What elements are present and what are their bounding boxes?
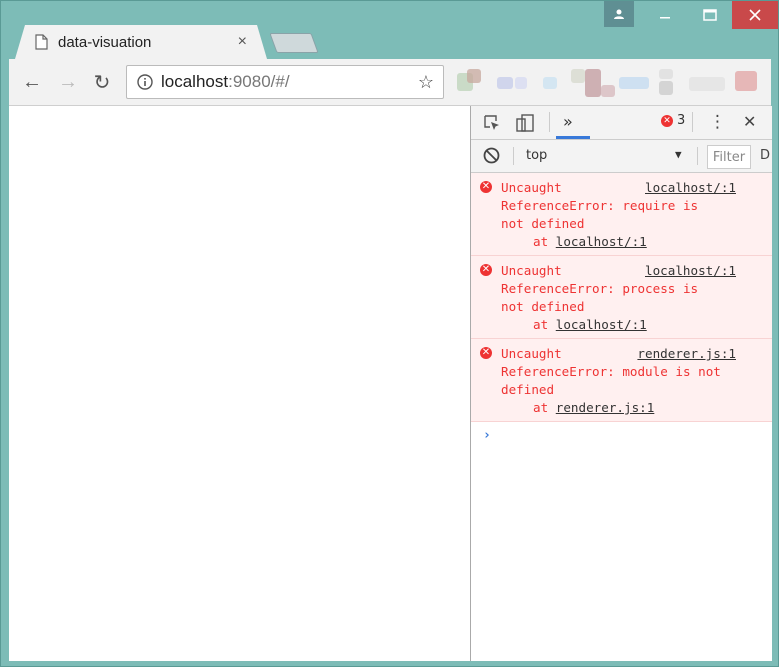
active-panel-indicator bbox=[556, 136, 590, 139]
error-circle-icon: ✕ bbox=[480, 181, 492, 193]
error-circle-icon: ✕ bbox=[480, 264, 492, 276]
error-counter[interactable]: ✕ 3 bbox=[661, 113, 685, 128]
url-host: localhost bbox=[161, 72, 229, 91]
stack-frame: at localhost/:1 bbox=[501, 233, 768, 251]
browser-toolbar: ← → ↻ localhost:9080/#/ ☆ bbox=[9, 59, 771, 106]
back-arrow-icon: ← bbox=[22, 70, 42, 93]
error-count: 3 bbox=[677, 113, 686, 128]
blurred-extension-icon bbox=[659, 69, 673, 79]
blurred-extension-icon bbox=[571, 69, 585, 83]
console-error-message: ✕ localhost/:1 Uncaught ReferenceError: … bbox=[471, 173, 772, 256]
kebab-menu-icon[interactable]: ⋮ bbox=[709, 112, 726, 132]
devtools-panel: » ✕ 3 ⋮ ✕ top ▼ Filter D ✕ localhost/:1 … bbox=[470, 106, 772, 661]
toolbar-divider bbox=[692, 112, 693, 132]
more-panels-icon[interactable]: » bbox=[563, 112, 573, 131]
tab-close-icon[interactable]: × bbox=[238, 33, 247, 51]
device-toolbar-icon[interactable] bbox=[514, 112, 536, 134]
stack-prefix: at bbox=[533, 400, 556, 415]
stack-prefix: at bbox=[533, 317, 556, 332]
browser-tab[interactable]: data-visuation × bbox=[15, 25, 267, 59]
browser-window: data-visuation × ← → ↻ localhost:9080/#/… bbox=[0, 0, 779, 667]
stack-frame-link[interactable]: localhost/:1 bbox=[556, 317, 647, 332]
stack-frame-link[interactable]: renderer.js:1 bbox=[556, 400, 655, 415]
close-devtools-icon[interactable]: ✕ bbox=[743, 112, 756, 131]
info-icon[interactable] bbox=[135, 72, 155, 92]
maximize-icon bbox=[702, 9, 717, 21]
user-icon bbox=[614, 9, 624, 19]
filter-input[interactable]: Filter bbox=[707, 145, 751, 169]
page-icon bbox=[35, 34, 48, 50]
blurred-extension-icon bbox=[515, 77, 527, 89]
minimize-button[interactable] bbox=[642, 1, 687, 29]
devtools-toolbar: » ✕ 3 ⋮ ✕ bbox=[471, 106, 772, 140]
blurred-extension-icon bbox=[659, 81, 673, 95]
console-toolbar: top ▼ Filter D bbox=[471, 140, 772, 173]
window-controls bbox=[604, 1, 778, 29]
console-error-message: ✕ localhost/:1 Uncaught ReferenceError: … bbox=[471, 256, 772, 339]
blurred-extensions-area bbox=[453, 67, 771, 97]
blurred-extension-icon bbox=[497, 77, 513, 89]
inspect-element-icon[interactable] bbox=[481, 112, 503, 134]
reload-button[interactable]: ↻ bbox=[89, 69, 115, 95]
close-window-button[interactable] bbox=[732, 1, 778, 29]
blurred-extension-icon bbox=[601, 85, 615, 97]
message-source-link[interactable]: renderer.js:1 bbox=[637, 345, 736, 363]
context-selector[interactable]: top bbox=[526, 148, 547, 163]
blurred-extension-icon bbox=[585, 69, 601, 97]
console-error-message: ✕ renderer.js:1 Uncaught ReferenceError:… bbox=[471, 339, 772, 422]
stack-frame-link[interactable]: localhost/:1 bbox=[556, 234, 647, 249]
blurred-extension-icon bbox=[543, 77, 557, 89]
forward-button[interactable]: → bbox=[55, 69, 81, 95]
blurred-extension-icon bbox=[619, 77, 649, 89]
message-source-link[interactable]: localhost/:1 bbox=[645, 262, 736, 280]
blurred-extension-icon bbox=[735, 71, 757, 91]
reload-icon: ↻ bbox=[93, 71, 111, 94]
error-circle-icon: ✕ bbox=[661, 114, 673, 127]
toolbar-divider bbox=[697, 147, 698, 165]
stack-frame: at renderer.js:1 bbox=[501, 399, 768, 417]
page-viewport bbox=[9, 106, 470, 661]
url-path: :9080/#/ bbox=[228, 72, 290, 91]
console-messages: ✕ localhost/:1 Uncaught ReferenceError: … bbox=[471, 173, 772, 422]
prompt-chevron-icon: › bbox=[483, 428, 491, 443]
profile-button[interactable] bbox=[604, 1, 634, 27]
minimize-icon bbox=[659, 17, 670, 19]
url-text[interactable]: localhost:9080/#/ bbox=[161, 72, 415, 92]
back-button[interactable]: ← bbox=[19, 69, 45, 95]
toolbar-divider bbox=[513, 147, 514, 165]
message-source-link[interactable]: localhost/:1 bbox=[645, 179, 736, 197]
blurred-extension-icon bbox=[467, 69, 481, 83]
bookmark-star-icon[interactable]: ☆ bbox=[415, 72, 437, 93]
chevron-down-icon[interactable]: ▼ bbox=[675, 148, 682, 161]
close-icon bbox=[749, 9, 761, 21]
console-prompt[interactable]: › bbox=[471, 422, 772, 443]
blurred-extension-icon bbox=[689, 77, 725, 91]
maximize-button[interactable] bbox=[687, 1, 732, 29]
clear-console-icon[interactable] bbox=[483, 147, 500, 168]
default-levels-label[interactable]: D bbox=[760, 148, 770, 163]
error-circle-icon: ✕ bbox=[480, 347, 492, 359]
forward-arrow-icon: → bbox=[58, 70, 78, 93]
stack-prefix: at bbox=[533, 234, 556, 249]
tab-title: data-visuation bbox=[58, 33, 152, 51]
address-bar[interactable]: localhost:9080/#/ ☆ bbox=[126, 65, 444, 99]
toolbar-divider bbox=[549, 112, 550, 132]
stack-frame: at localhost/:1 bbox=[501, 316, 768, 334]
new-tab-button[interactable] bbox=[269, 33, 319, 53]
